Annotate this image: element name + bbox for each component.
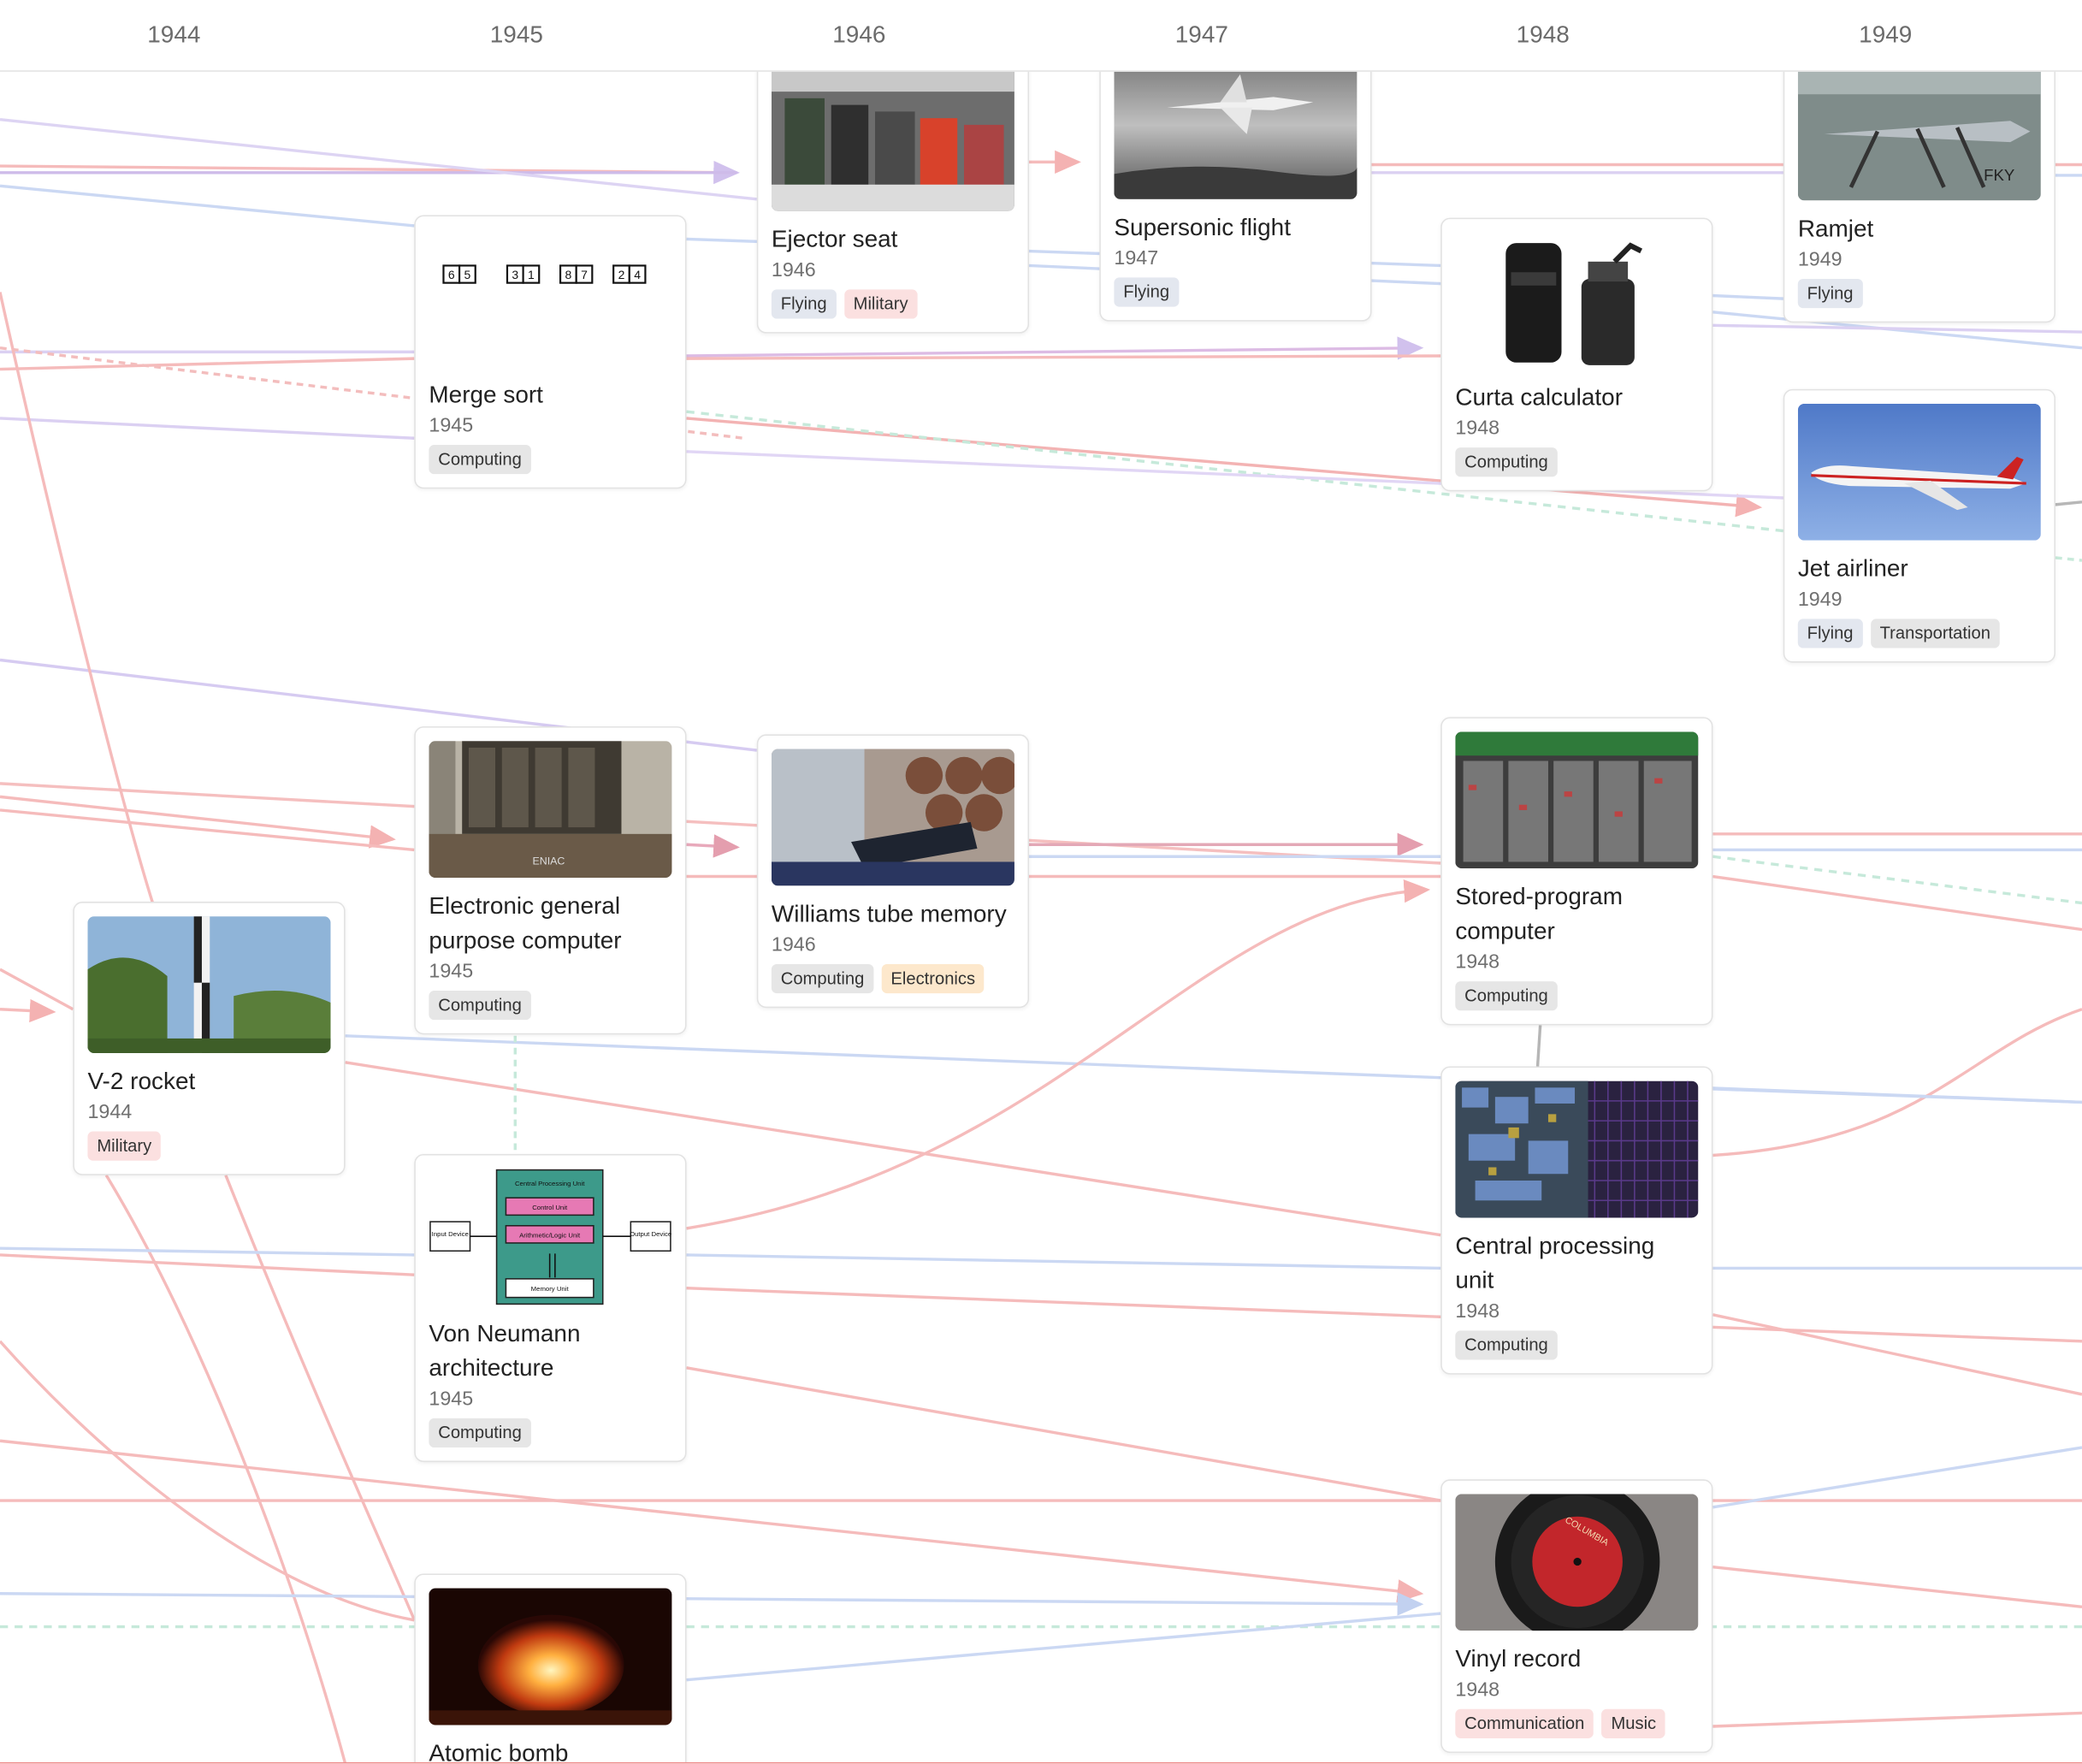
tag-music[interactable]: Music (1601, 1708, 1666, 1738)
tag-computing[interactable]: Computing (1455, 1330, 1558, 1360)
card-jet-airliner[interactable]: Jet airliner 1949 Flying Transportation (1783, 388, 2055, 663)
connection-lines (0, 118, 2082, 1764)
v2-rocket-photo (87, 916, 331, 1053)
tag-flying[interactable]: Flying (1797, 619, 1863, 648)
output-device-label: Output Device (630, 1230, 671, 1238)
tag-flying[interactable]: Flying (771, 289, 837, 319)
card-title: Stored-program computer (1455, 883, 1624, 944)
tag-military[interactable]: Military (87, 1131, 162, 1161)
tag-computing[interactable]: Computing (429, 1418, 531, 1448)
card-year: 1946 (771, 258, 816, 282)
card-title: Ejector seat (771, 225, 898, 252)
card-year: 1949 (1797, 248, 1842, 271)
merge-sort-digit: 1 (528, 268, 535, 281)
atomic-explosion-photo (429, 1588, 672, 1726)
vinyl-record-photo: COLUMBIA (1455, 1494, 1699, 1631)
card-year: 1948 (1455, 1678, 1500, 1702)
year-label: 1946 (832, 21, 886, 48)
card-title: Atomic bomb (429, 1739, 569, 1764)
card-title: Electronic general purpose computer (429, 892, 622, 954)
tag-flying[interactable]: Flying (1797, 278, 1863, 309)
card-vinyl-record[interactable]: COLUMBIA Vinyl record 1948 Communication… (1440, 1479, 1713, 1754)
card-title: Merge sort (429, 381, 543, 408)
alu-label: Arithmetic/Logic Unit (519, 1232, 581, 1240)
stored-program-computer-photo (1455, 731, 1699, 869)
card-title: Von Neumann architecture (429, 1319, 581, 1382)
merge-sort-digit: 8 (565, 268, 571, 281)
tag-flying[interactable]: Flying (1114, 277, 1179, 307)
card-year: 1945 (429, 960, 474, 983)
card-title: Vinyl record (1455, 1645, 1582, 1672)
card-title: Ramjet (1797, 215, 1874, 242)
timeline-canvas[interactable]: 1944 1945 1946 1947 1948 1949 Ejector se… (0, 0, 2082, 1764)
card-merge-sort[interactable]: 6 5 3 1 8 7 2 4 Merge sort 1945 Computin… (414, 215, 687, 489)
eniac-photo-label: ENIAC (532, 855, 565, 867)
tag-electronics[interactable]: Electronics (881, 963, 985, 994)
svg-text:FKY: FKY (1984, 166, 2014, 184)
williams-tube-photo (771, 749, 1014, 886)
card-year: 1949 (1797, 588, 1842, 612)
merge-sort-digit: 7 (581, 268, 588, 281)
memory-unit-label: Memory Unit (531, 1285, 570, 1293)
tag-transportation[interactable]: Transportation (1870, 619, 2000, 648)
tag-computing[interactable]: Computing (429, 445, 531, 475)
tag-computing[interactable]: Computing (1455, 447, 1558, 477)
card-atomic-bomb[interactable]: Atomic bomb (414, 1573, 687, 1764)
eniac-photo: ENIAC (429, 741, 672, 879)
card-year: 1945 (429, 414, 474, 437)
card-year: 1948 (1455, 1299, 1500, 1323)
year-label: 1947 (1174, 21, 1228, 48)
card-year: 1948 (1455, 950, 1500, 974)
tag-computing[interactable]: Computing (771, 963, 874, 994)
card-title: Williams tube memory (771, 900, 1007, 927)
card-stored-program-computer[interactable]: Stored-program computer 1948 Computing (1440, 717, 1713, 1026)
tag-computing[interactable]: Computing (429, 991, 531, 1021)
card-von-neumann-architecture[interactable]: Central Processing Unit Control Unit Ari… (414, 1153, 687, 1463)
tag-military[interactable]: Military (843, 289, 918, 319)
card-title: Supersonic flight (1114, 213, 1291, 240)
cpu-die-photo (1455, 1080, 1699, 1218)
jet-airliner-photo (1797, 403, 2041, 541)
card-title: Central processing unit (1455, 1232, 1655, 1293)
card-curta-calculator[interactable]: Curta calculator 1948 Computing (1440, 217, 1713, 492)
merge-sort-digit: 2 (618, 268, 625, 281)
tag-communication[interactable]: Communication (1455, 1708, 1594, 1738)
card-williams-tube-memory[interactable]: Williams tube memory 1946 Computing Elec… (756, 734, 1030, 1009)
merge-sort-digit: 6 (448, 268, 455, 281)
cpu-label: Central Processing Unit (515, 1180, 585, 1187)
card-central-processing-unit[interactable]: Central processing unit 1948 Computing (1440, 1066, 1713, 1375)
card-year: 1948 (1455, 417, 1500, 440)
merge-sort-diagram: 6 5 3 1 8 7 2 4 (429, 229, 672, 367)
card-year: 1945 (429, 1388, 474, 1411)
control-unit-label: Control Unit (532, 1204, 568, 1211)
year-axis: 1944 1945 1946 1947 1948 1949 (0, 0, 2082, 72)
merge-sort-digit: 3 (512, 268, 518, 281)
input-device-label: Input Device (432, 1230, 469, 1238)
year-label: 1945 (489, 21, 543, 48)
year-label: 1944 (147, 21, 201, 48)
card-title: V-2 rocket (87, 1068, 196, 1095)
merge-sort-digit: 5 (464, 268, 471, 281)
card-year: 1944 (87, 1100, 133, 1124)
card-year: 1947 (1114, 246, 1159, 270)
merge-sort-digit: 4 (634, 268, 641, 281)
year-label: 1949 (1859, 21, 1913, 48)
card-title: Curta calculator (1455, 383, 1624, 411)
year-label: 1948 (1516, 21, 1570, 48)
von-neumann-diagram: Central Processing Unit Control Unit Ari… (429, 1169, 672, 1305)
curta-calculator-photo (1455, 232, 1699, 370)
tag-computing[interactable]: Computing (1455, 981, 1558, 1011)
bottom-border (0, 1761, 2082, 1764)
card-v2-rocket[interactable]: V-2 rocket 1944 Military (73, 902, 346, 1175)
card-title: Jet airliner (1797, 554, 1908, 582)
card-year: 1946 (771, 933, 816, 956)
card-electronic-general-purpose-computer[interactable]: ENIAC Electronic general purpose compute… (414, 726, 687, 1035)
